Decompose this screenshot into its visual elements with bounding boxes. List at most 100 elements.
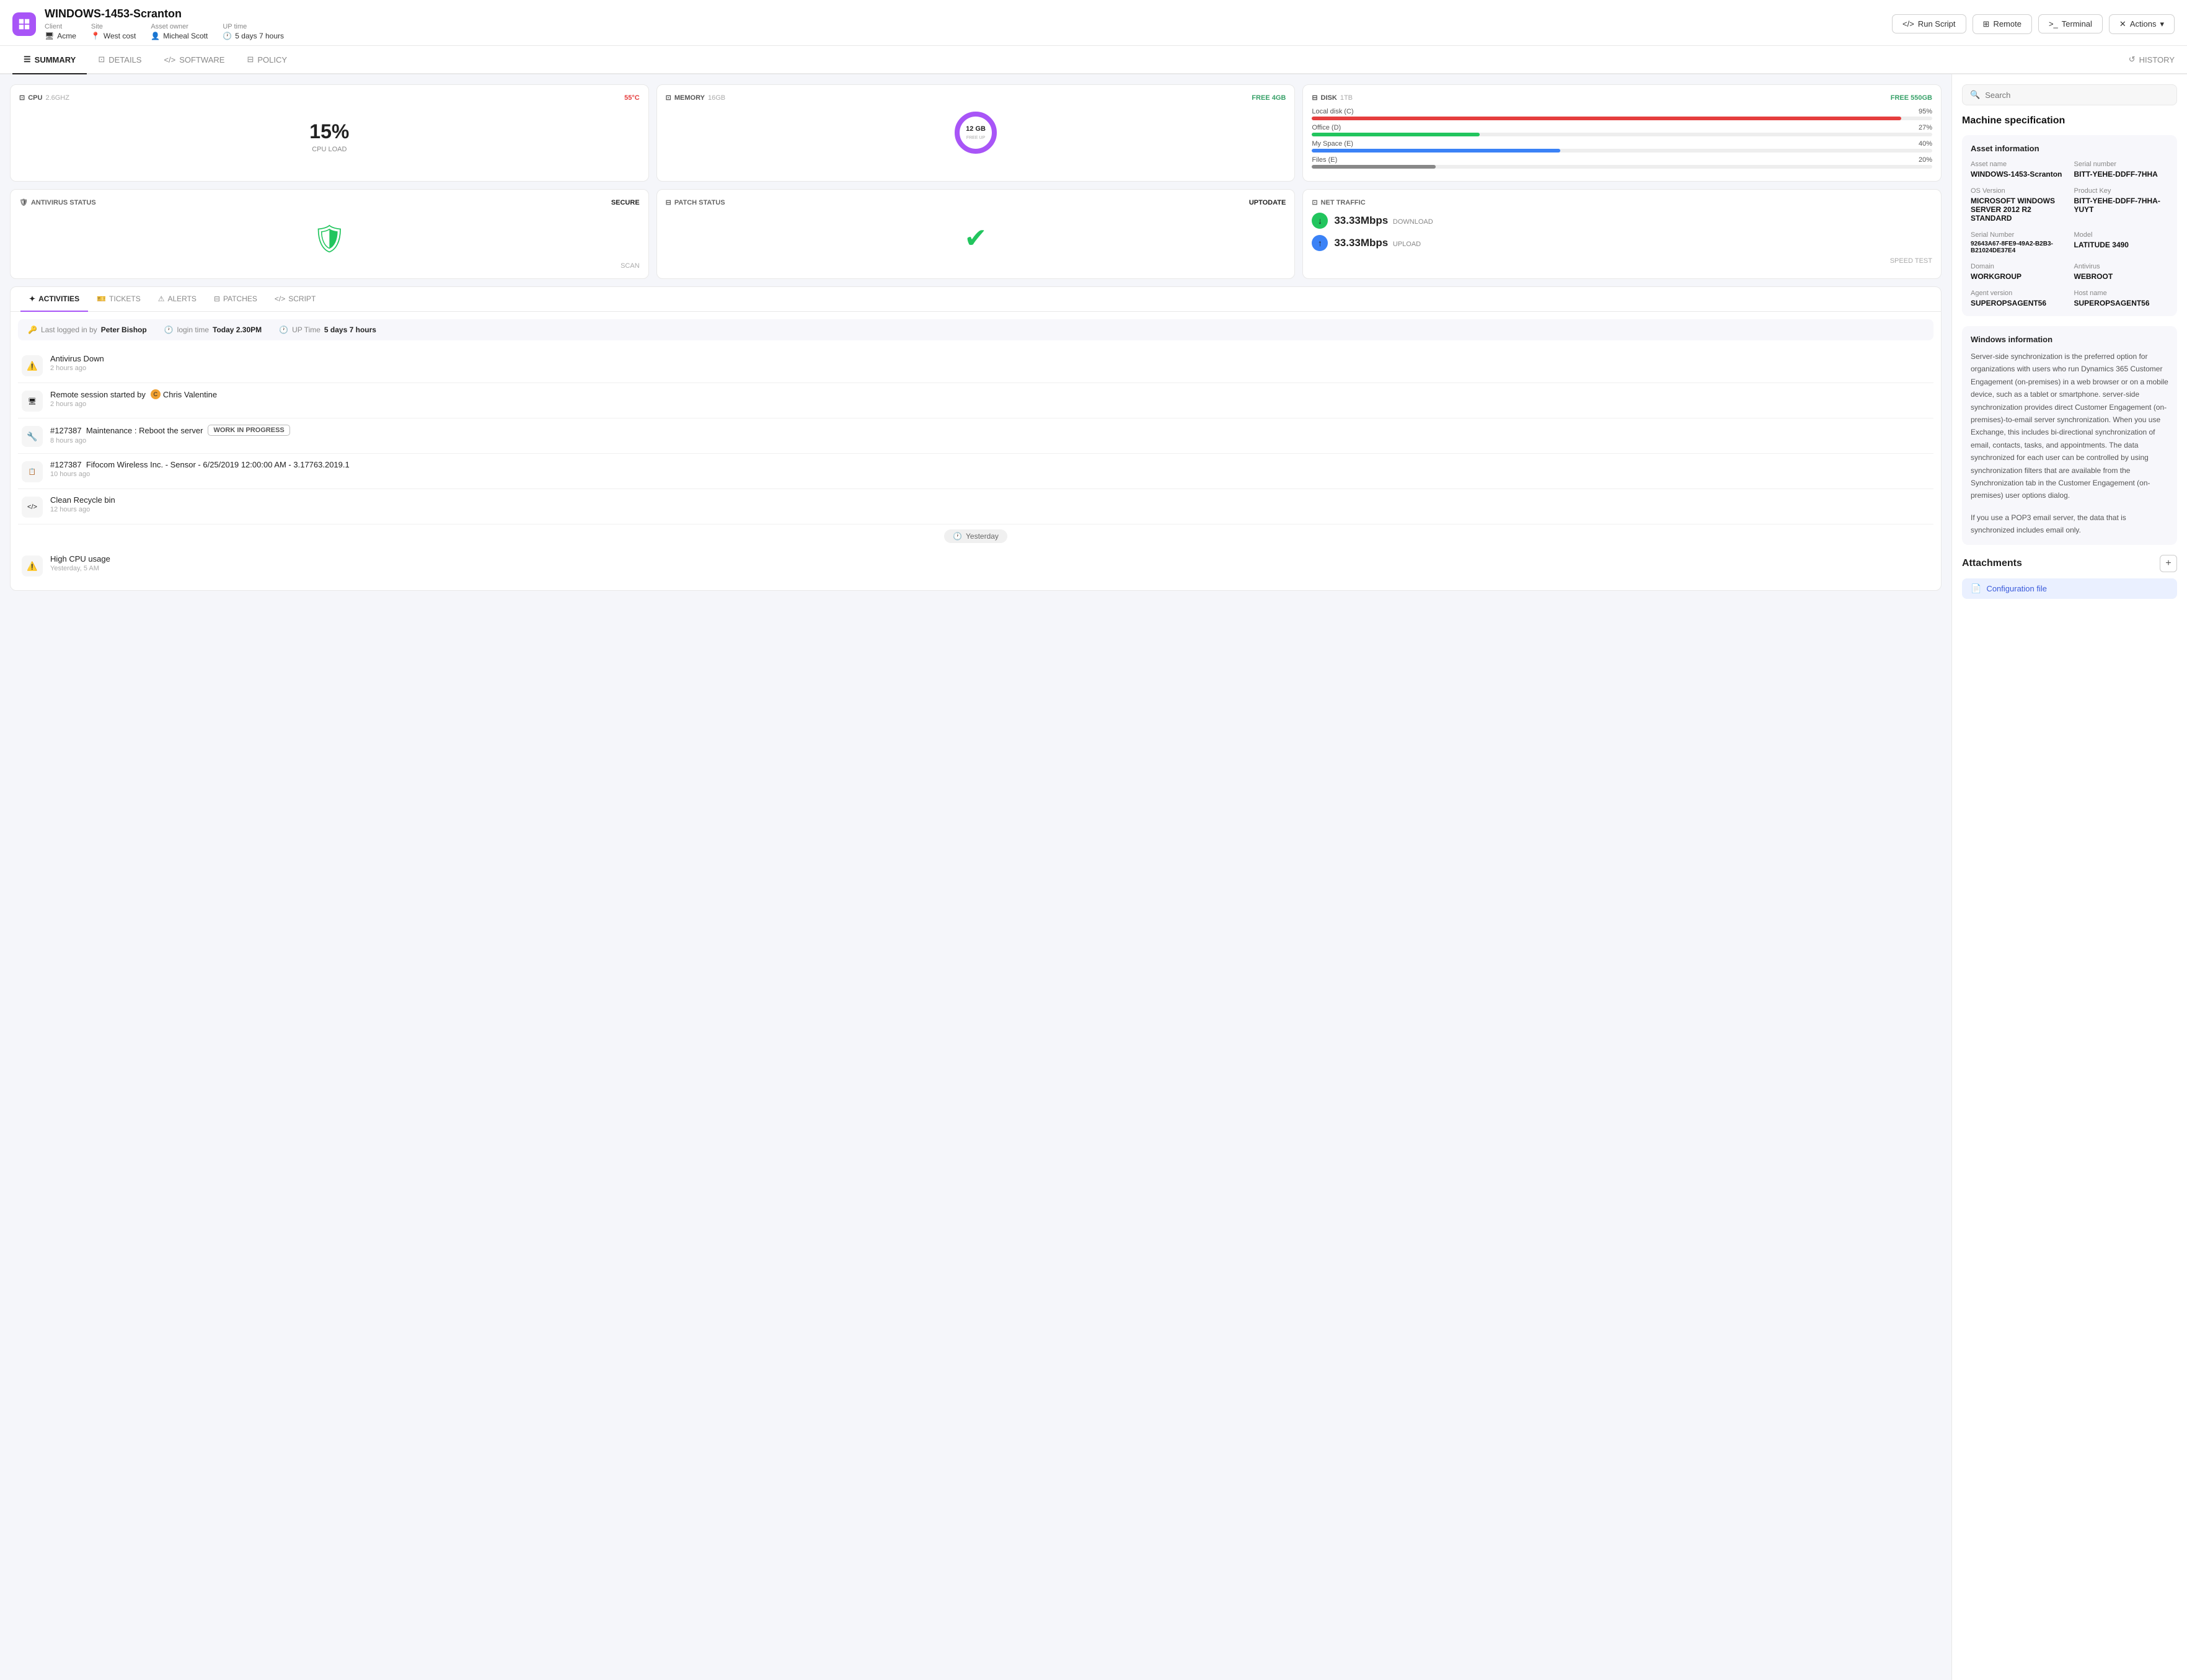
svg-text:FREE UP: FREE UP [966,136,986,140]
clock-small-icon: 🕐 [953,532,962,541]
key-icon: 🔑 [28,325,37,334]
act-tab-tickets[interactable]: 🎫 TICKETS [88,287,149,312]
main-tabs: ☰ SUMMARY ⊡ DETAILS </> SOFTWARE ⊟ POLIC… [12,46,298,73]
tabs-bar: ☰ SUMMARY ⊡ DETAILS </> SOFTWARE ⊟ POLIC… [0,46,2187,74]
spec-domain: Domain WORKGROUP [1971,263,2066,281]
main-content: ⊡ CPU 2.6GHZ 55°C 15% CPU LOAD ⊡ MEMORY [0,74,2187,1680]
asset-section-title: Asset information [1971,144,2168,153]
spec-serial: Serial number BITT-YEHE-DDFF-7HHA [2074,161,2169,179]
session-uptime: 🕐 UP Time 5 days 7 hours [279,325,376,334]
run-script-icon: </> [1902,19,1914,29]
disk-percent: 20% [1919,156,1932,164]
history-icon: ↺ [2129,55,2136,64]
meta-site: Site 📍 West cost [91,23,136,40]
attachment-file[interactable]: 📄 Configuration file [1962,578,2177,599]
client-icon: 🖥 [45,32,54,40]
location-icon: 📍 [91,32,100,40]
activity-content: #127387 Fifocom Wireless Inc. - Sensor -… [50,460,1930,478]
memory-donut: 12 GB FREE UP [666,108,1286,157]
policy-icon: ⊟ [247,55,254,64]
download-label: DOWNLOAD [1393,218,1433,226]
details-icon: ⊡ [98,55,105,64]
run-script-button[interactable]: </> Run Script [1892,14,1966,33]
windows-information-section: Windows information Server-side synchron… [1962,326,2177,545]
yesterday-pill: 🕐 Yesterday [944,529,1007,543]
summary-icon: ☰ [24,55,31,64]
search-input[interactable] [1985,91,2169,100]
actions-icon: ✕ [2119,19,2126,29]
memory-card: ⊡ MEMORY 16GB FREE 4GB 12 GB FREE UP [656,84,1296,182]
activity-content: High CPU usage Yesterday, 5 AM [50,554,1930,572]
tab-summary[interactable]: ☰ SUMMARY [12,46,87,74]
spec-serial-num: Serial Number 92643A67-8FE9-49A2-B2B3-B2… [1971,231,2066,254]
app-icon [12,12,36,36]
spec-antivirus: Antivirus WEBROOT [2074,263,2169,281]
terminal-button[interactable]: >_ Terminal [2038,14,2103,33]
activity-content: Clean Recycle bin 12 hours ago [50,495,1930,513]
act-tab-script[interactable]: </> SCRIPT [266,287,324,312]
activity-time: Yesterday, 5 AM [50,565,1930,572]
activity-content: Remote session started by C Chris Valent… [50,389,1930,408]
memory-free: FREE 4GB [1252,94,1286,102]
net-icon: ⊡ [1312,198,1317,206]
session-bar: 🔑 Last logged in by Peter Bishop 🕐 login… [18,319,1933,340]
windows-section-title: Windows information [1971,335,2168,344]
activity-title: Remote session started by C Chris Valent… [50,389,1930,399]
tab-policy[interactable]: ⊟ POLICY [236,46,298,74]
client-value: Acme [57,32,76,40]
activity-title: High CPU usage [50,554,1930,564]
disk-bar-item: Local disk (C) 95% [1312,108,1932,120]
left-panel: ⊡ CPU 2.6GHZ 55°C 15% CPU LOAD ⊡ MEMORY [0,74,1951,1680]
disk-free: FREE 550GB [1891,94,1932,102]
activity-icon: 📋 [22,461,43,482]
owner-avatar: 👤 [151,32,160,40]
tab-details[interactable]: ⊡ DETAILS [87,46,152,74]
shield-icon: 🛡 [19,198,28,206]
net-title: ⊡ NET TRAFFIC [1312,198,1365,206]
activity-list: ⚠️ Antivirus Down 2 hours ago 🖥 Remote s… [11,348,1941,590]
tab-software[interactable]: </> SOFTWARE [152,46,236,74]
uptime-value: 5 days 7 hours [235,32,284,40]
history-button[interactable]: ↺ HISTORY [2129,55,2175,64]
net-download: ↓ 33.33Mbps DOWNLOAD [1312,213,1932,229]
disk-card: ⊟ DISK 1TB FREE 550GB Local disk (C) 95% [1302,84,1942,182]
disk-bar-fill [1312,149,1560,153]
act-tab-activities[interactable]: ✦ ACTIVITIES [20,287,88,312]
clock-icon: 🕐 [223,32,232,40]
meta-client: Client 🖥 Acme [45,23,76,40]
act-tab-patches[interactable]: ⊟ PATCHES [205,287,266,312]
activity-time: 12 hours ago [50,506,1930,513]
disk-name: Office (D) [1312,124,1341,131]
scan-button[interactable]: SCAN [19,262,640,270]
activity-title: Antivirus Down [50,354,1930,363]
disk-bar-item: Files (E) 20% [1312,156,1932,169]
remote-button[interactable]: ⊞ Remote [1973,14,2032,34]
search-icon: 🔍 [1970,90,1980,100]
download-icon: ↓ [1312,213,1328,229]
upload-speed: 33.33Mbps [1334,237,1388,249]
add-attachment-button[interactable]: + [2160,555,2177,572]
activity-content: Antivirus Down 2 hours ago [50,354,1930,372]
header-actions: </> Run Script ⊞ Remote >_ Terminal ✕ Ac… [1892,14,2175,34]
star-icon: ✦ [29,294,35,303]
right-panel: 🔍 Machine specification Asset informatio… [1951,74,2187,1680]
site-value: West cost [104,32,136,40]
disk-bar-fill [1312,165,1436,169]
meta-uptime: UP time 🕐 5 days 7 hours [223,23,284,40]
disk-bar-bg [1312,117,1932,120]
disk-bar-bg [1312,165,1932,169]
disk-name: My Space (E) [1312,140,1353,148]
actions-button[interactable]: ✕ Actions ▾ [2109,14,2175,34]
spec-product-key: Product Key BITT-YEHE-DDFF-7HHA-YUYT [2074,187,2169,223]
remote-icon: ⊞ [1983,19,1990,29]
disk-bar-fill [1312,117,1901,120]
attachments-header: Attachments + [1962,555,2177,572]
disk-bar-item: Office (D) 27% [1312,124,1932,136]
act-tab-alerts[interactable]: ⚠ ALERTS [149,287,205,312]
antivirus-shield-icon: 🛡 [312,223,347,255]
search-box[interactable]: 🔍 [1962,84,2177,105]
net-traffic-card: ⊡ NET TRAFFIC ↓ 33.33Mbps DOWNLOAD ↑ 33.… [1302,189,1942,279]
cpu-percent: 15% [19,120,640,143]
patch-status: UPTODATE [1249,199,1286,206]
patch-icon: ⊟ [666,198,671,206]
